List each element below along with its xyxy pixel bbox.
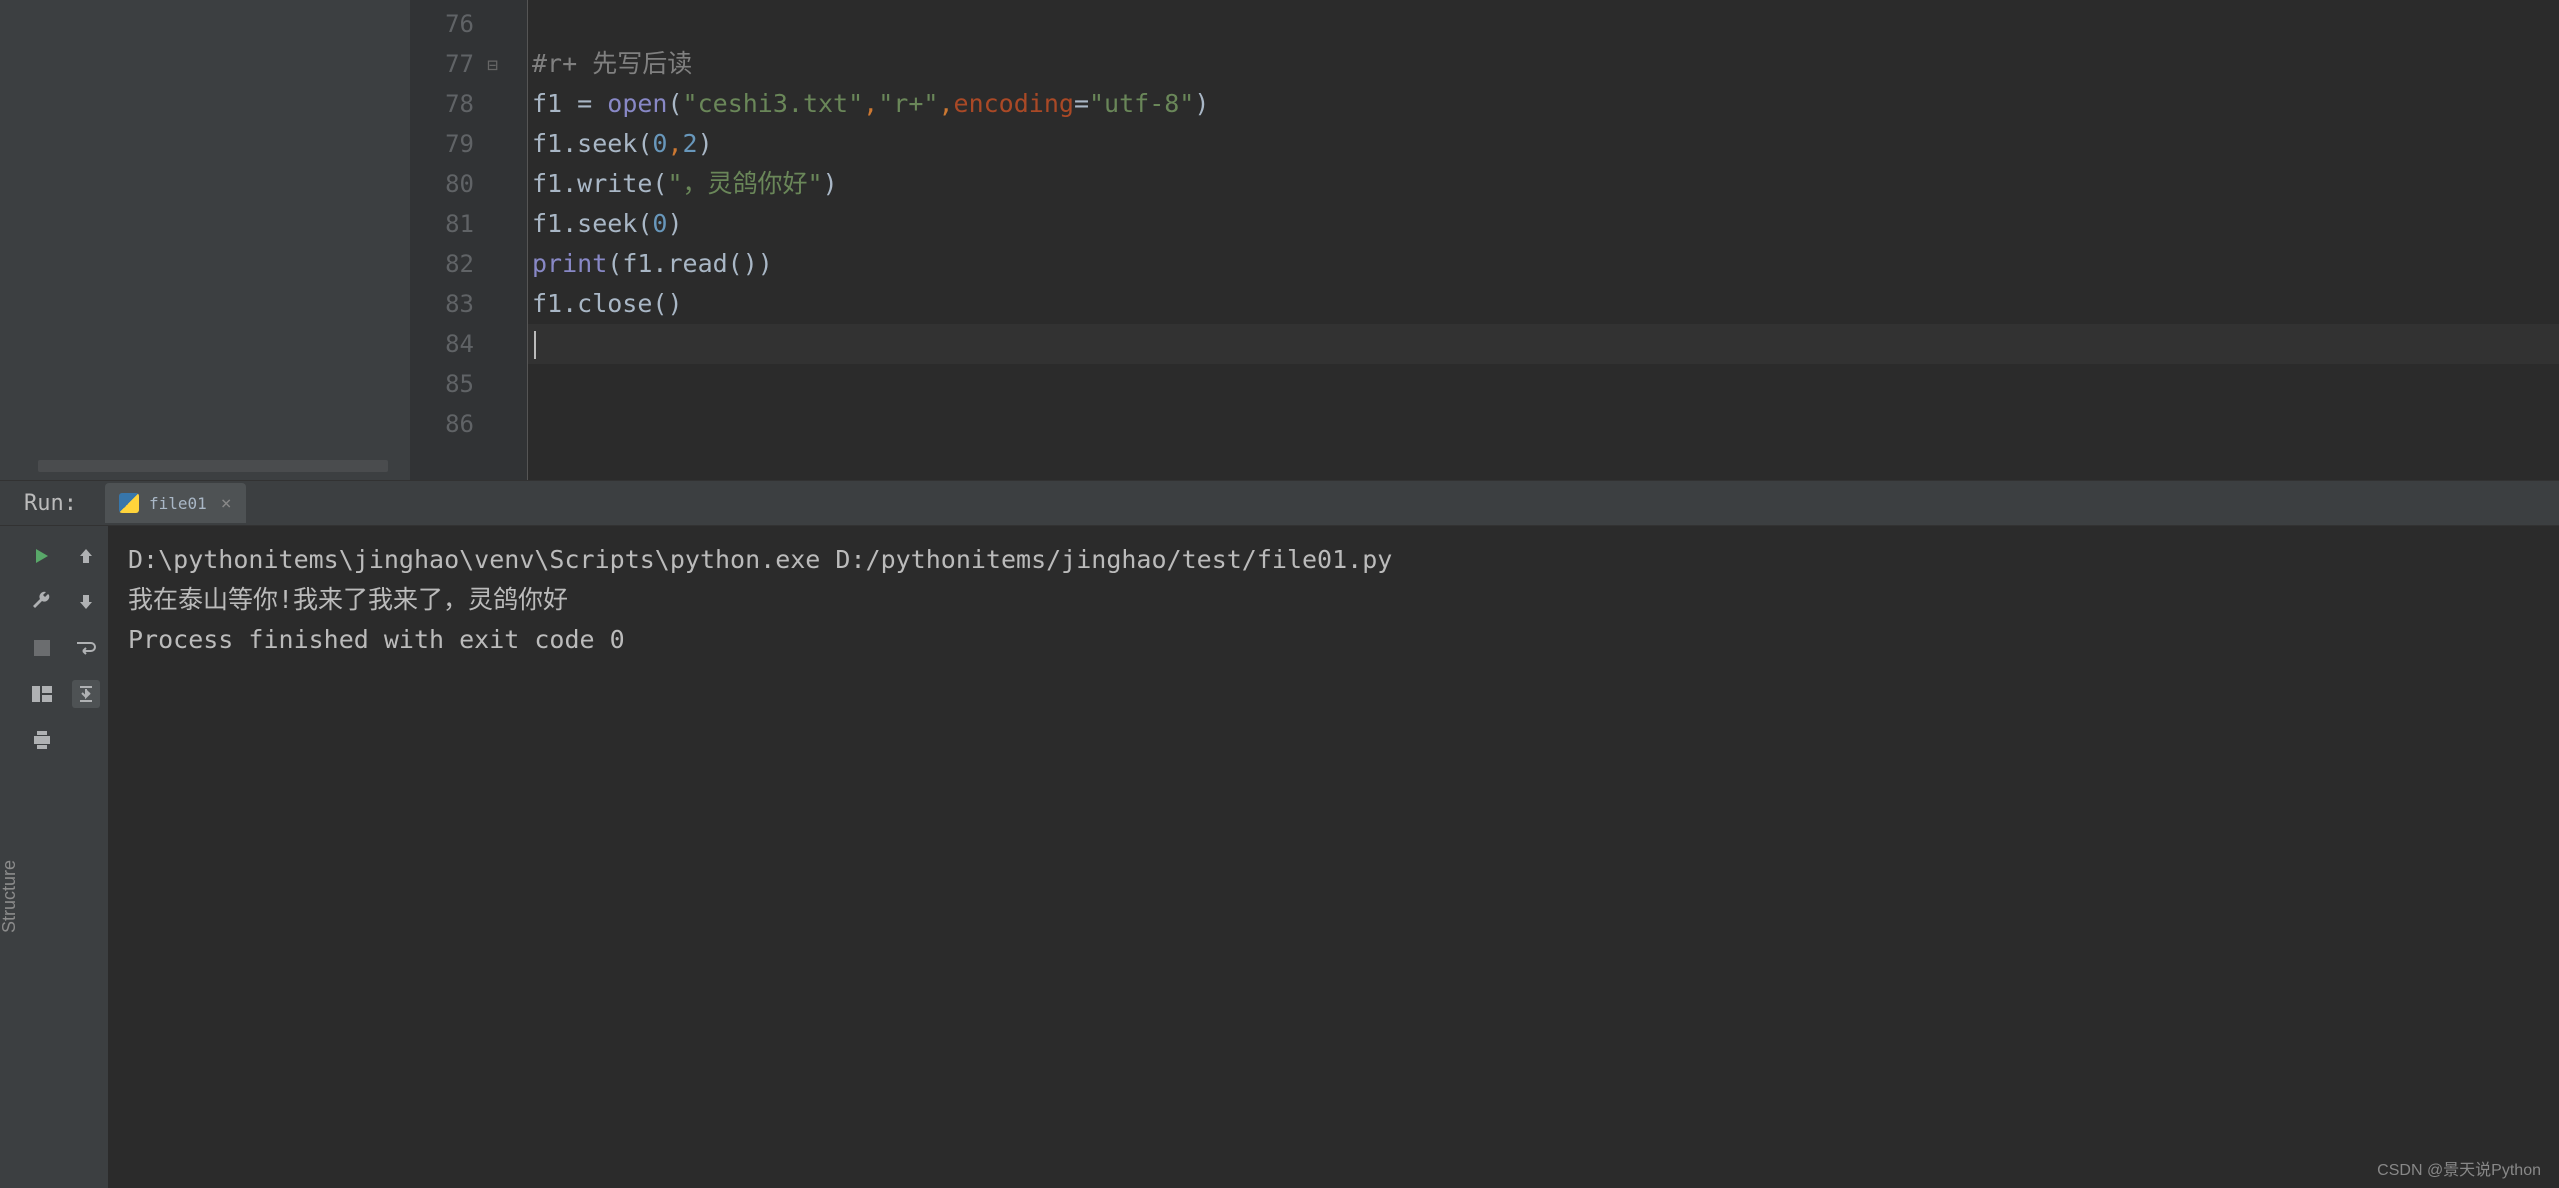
line-number: 78 <box>410 84 504 124</box>
console-line: D:\pythonitems\jinghao\venv\Scripts\pyth… <box>128 540 2539 580</box>
wrench-icon[interactable] <box>28 588 56 616</box>
left-tool-strip <box>0 0 20 480</box>
code-line[interactable]: #r+ 先写后读 <box>528 44 2559 84</box>
console-line: Process finished with exit code 0 <box>128 620 2539 660</box>
run-icon[interactable] <box>28 542 56 570</box>
run-tab-name: file01 <box>149 494 207 513</box>
line-number: 83 <box>410 284 504 324</box>
print-icon[interactable] <box>28 726 56 754</box>
line-number: 81 <box>410 204 504 244</box>
code-line[interactable]: f1.seek(0,2) <box>528 124 2559 164</box>
line-number: 79 <box>410 124 504 164</box>
scroll-to-end-icon[interactable] <box>72 680 100 708</box>
console-line: 我在泰山等你!我来了我来了，灵鸽你好 <box>128 580 2539 620</box>
side-tool-labels: Structure ookmarks <box>0 526 20 1188</box>
layout-icon[interactable] <box>28 680 56 708</box>
close-icon[interactable]: × <box>221 493 232 514</box>
code-line[interactable]: print(f1.read()) <box>528 244 2559 284</box>
gutter-divider <box>504 0 528 480</box>
line-number-gutter: 76 77 78 79 80 81 82 83 84 85 86 ⊟ <box>410 0 504 480</box>
run-panel-header: Run: file01 × <box>0 480 2559 526</box>
line-number: 80 <box>410 164 504 204</box>
line-number: 84 <box>410 324 504 364</box>
code-line[interactable] <box>528 364 2559 404</box>
cursor <box>534 331 536 359</box>
code-editor[interactable]: 76 77 78 79 80 81 82 83 84 85 86 ⊟ #r+ 先… <box>410 0 2559 480</box>
watermark: CSDN @景天说Python <box>2377 1156 2541 1180</box>
arrow-up-icon[interactable] <box>72 542 100 570</box>
run-label: Run: <box>24 491 77 516</box>
run-tab[interactable]: file01 × <box>105 483 246 523</box>
python-icon <box>119 493 139 513</box>
stop-icon[interactable] <box>28 634 56 662</box>
line-number: 82 <box>410 244 504 284</box>
code-line[interactable]: f1.write("，灵鸽你好") <box>528 164 2559 204</box>
code-content[interactable]: #r+ 先写后读 f1 = open("ceshi3.txt","r+",enc… <box>528 0 2559 480</box>
code-line[interactable]: f1 = open("ceshi3.txt","r+",encoding="ut… <box>528 84 2559 124</box>
project-panel <box>20 0 410 480</box>
code-line[interactable]: f1.close() <box>528 284 2559 324</box>
console-panel: Structure ookmarks D: <box>0 526 2559 1188</box>
arrow-down-icon[interactable] <box>72 588 100 616</box>
horizontal-scrollbar[interactable] <box>38 460 388 472</box>
line-number: 76 <box>410 4 504 44</box>
code-line-active[interactable] <box>528 324 2559 364</box>
soft-wrap-icon[interactable] <box>72 634 100 662</box>
line-number: 86 <box>410 404 504 444</box>
console-toolbar-actions <box>20 526 64 1188</box>
code-line[interactable]: f1.seek(0) <box>528 204 2559 244</box>
code-line[interactable] <box>528 404 2559 444</box>
code-line[interactable] <box>528 4 2559 44</box>
console-toolbar-nav <box>64 526 108 1188</box>
line-number: 85 <box>410 364 504 404</box>
console-output[interactable]: D:\pythonitems\jinghao\venv\Scripts\pyth… <box>108 526 2559 1188</box>
structure-label[interactable]: Structure <box>0 860 20 933</box>
fold-icon[interactable]: ⊟ <box>487 46 498 86</box>
